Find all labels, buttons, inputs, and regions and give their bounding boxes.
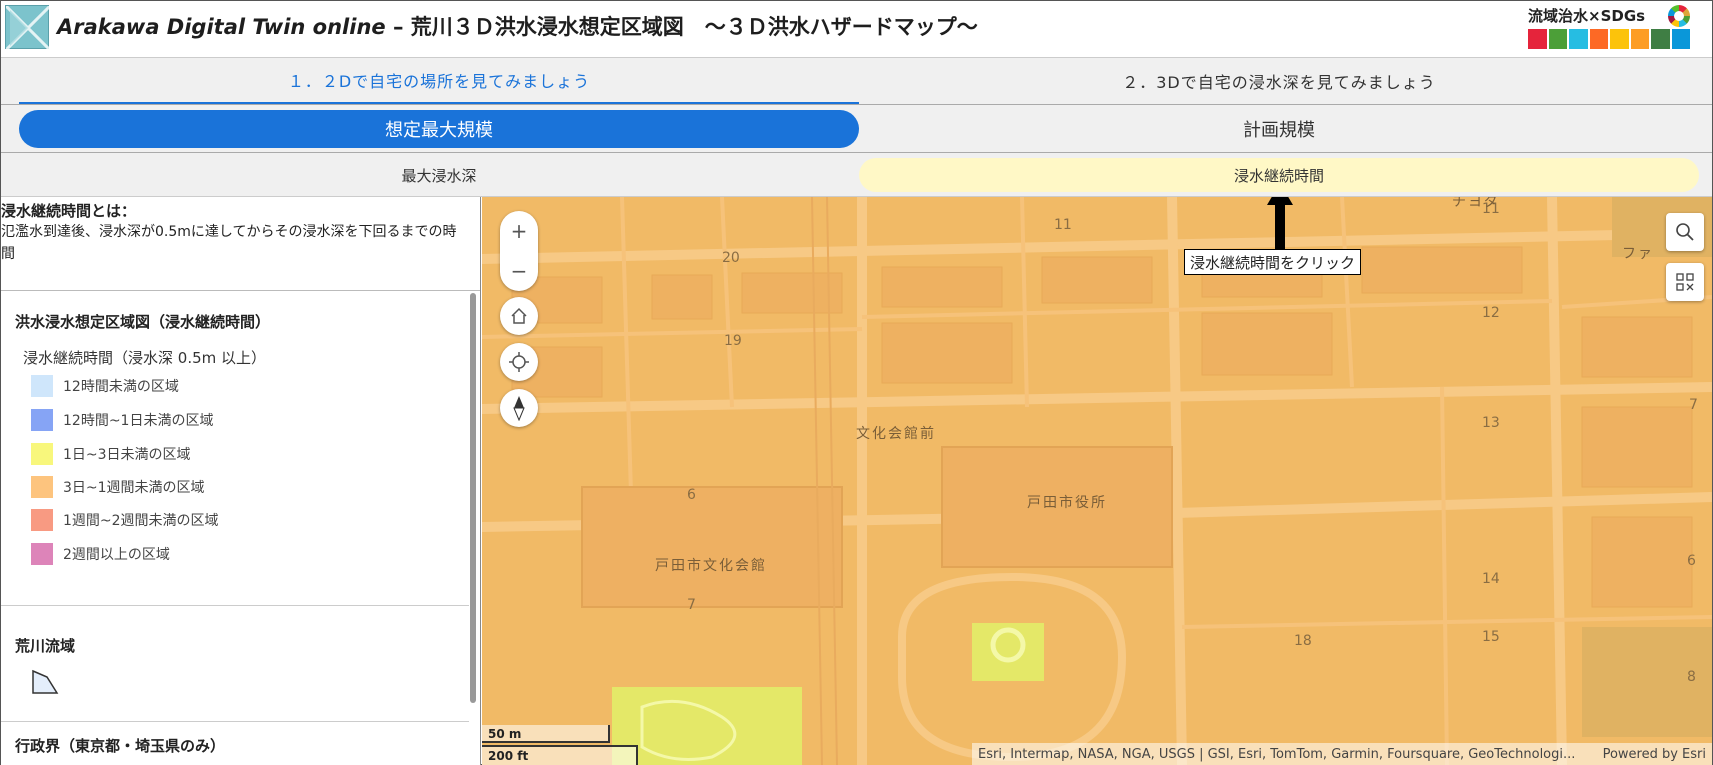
- legend-item-label: 3日~1週間未満の区域: [63, 480, 205, 496]
- legend-swatch: [31, 476, 53, 498]
- tab-3d-flood-depth[interactable]: ２．3Dで自宅の浸水深を見てみましょう: [859, 58, 1699, 104]
- map-label-bunka-kaikan-mae: 文化会館前: [856, 426, 936, 442]
- map-block-number: 13: [1482, 415, 1500, 431]
- legend-item-label: 2週間以上の区域: [63, 547, 170, 563]
- map-search-button[interactable]: [1666, 213, 1704, 251]
- scenario-planned-button[interactable]: 計画規模: [859, 110, 1699, 148]
- sdg-goal-tile: [1651, 29, 1670, 49]
- legend-item-label: 1週間~2週間未満の区域: [63, 513, 219, 529]
- basin-polygon-icon: [32, 669, 59, 694]
- legend-item: 12時間未満の区域: [31, 375, 179, 397]
- metric-duration-button[interactable]: 浸水継続時間: [859, 158, 1699, 192]
- legend-flood-subtitle: 浸水継続時間（浸水深 0.5m 以上）: [23, 349, 267, 367]
- sdg-goal-tile: [1671, 29, 1690, 49]
- map-label-city-hall: 戸田市役所: [1027, 495, 1107, 511]
- attribution-text: Esri, Intermap, NASA, NGA, USGS | GSI, E…: [978, 746, 1576, 762]
- map-block-number: 20: [722, 250, 740, 266]
- metric-selector: 最大浸水深 浸水継続時間: [1, 153, 1712, 197]
- legend-swatch: [31, 543, 53, 565]
- legend-panel: 洪水浸水想定区域図（浸水継続時間） 浸水継続時間（浸水深 0.5m 以上） 12…: [1, 291, 469, 765]
- tab-2d-home-location[interactable]: １．２Dで自宅の場所を見てみましょう: [19, 58, 859, 104]
- map-label-fa: ファ: [1622, 246, 1654, 262]
- sdg-goal-tile: [1528, 29, 1547, 49]
- sdgs-goal-tiles: [1522, 29, 1690, 49]
- legend-flood-title: 洪水浸水想定区域図（浸水継続時間）: [15, 313, 271, 331]
- legend-swatch: [31, 509, 53, 531]
- locate-icon: [509, 352, 529, 372]
- legend-divider: [1, 605, 469, 606]
- search-icon: [1676, 223, 1694, 241]
- instruction-callout: 浸水継続時間をクリック: [1184, 249, 1362, 275]
- sidebar: 浸水継続時間とは： 氾濫水到達後、浸水深が0.5mに達してからその浸水深を下回る…: [1, 197, 481, 765]
- legend-item: 2週間以上の区域: [31, 543, 170, 565]
- scale-bar: 50 m 200 ft: [482, 725, 642, 765]
- home-button[interactable]: [500, 297, 538, 335]
- map-block-number: 6: [687, 487, 696, 503]
- map-block-number: 15: [1482, 629, 1500, 645]
- compass-icon: [513, 396, 525, 421]
- map-block-number: 12: [1482, 305, 1500, 321]
- sdg-goal-tile: [1548, 29, 1567, 49]
- home-icon: [511, 307, 527, 324]
- qr-code-button[interactable]: [1666, 263, 1704, 301]
- zoom-in-button[interactable]: +: [500, 211, 538, 251]
- page-title: Arakawa Digital Twin online – 荒川３Ｄ洪水浸水想定…: [57, 11, 978, 41]
- definition-title: 浸水継続時間とは：: [1, 202, 137, 220]
- title-ja: – 荒川３Ｄ洪水浸水想定区域図 ～３Ｄ洪水ハザードマップ～: [385, 15, 978, 39]
- legend-item-label: 12時間未満の区域: [63, 379, 179, 395]
- legend-item: 1週間~2週間未満の区域: [31, 509, 219, 531]
- legend-divider: [1, 721, 469, 722]
- scale-imperial: 200 ft: [482, 745, 638, 765]
- map-label-bunka-kaikan: 戸田市文化会館: [655, 558, 767, 574]
- map-attribution: Esri, Intermap, NASA, NGA, USGS | GSI, E…: [972, 743, 1712, 765]
- app-window: Arakawa Digital Twin online – 荒川３Ｄ洪水浸水想定…: [0, 0, 1713, 765]
- legend-swatch: [31, 409, 53, 431]
- legend-admin-title: 行政界（東京都・埼玉県のみ）: [15, 737, 226, 755]
- pointer-arrow-icon: [1267, 197, 1293, 255]
- scenario-selector: 想定最大規模 計画規模: [1, 105, 1712, 153]
- legend-item: 1日~3日未満の区域: [31, 443, 191, 465]
- legend-scrollbar[interactable]: [470, 293, 476, 703]
- map-block-number: 8: [1687, 669, 1696, 685]
- map-view[interactable]: 20 11 19 6 7 11 12 13 14 18 15 7 6 8 文化会…: [482, 197, 1712, 765]
- map-block-number: 7: [687, 597, 696, 613]
- header: Arakawa Digital Twin online – 荒川３Ｄ洪水浸水想定…: [1, 1, 1712, 57]
- sdg-goal-tile: [1630, 29, 1649, 49]
- sdg-goal-tile: [1569, 29, 1588, 49]
- map-block-number: 11: [1054, 217, 1072, 233]
- app-logo-icon: [4, 4, 52, 52]
- map-block-number: 6: [1687, 553, 1696, 569]
- locate-button[interactable]: [500, 343, 538, 381]
- zoom-controls: + −: [500, 211, 538, 291]
- map-block-number: 7: [1689, 397, 1698, 413]
- scenario-max-button[interactable]: 想定最大規模: [19, 110, 859, 148]
- sdg-goal-tile: [1610, 29, 1629, 49]
- compass-button[interactable]: [500, 389, 538, 427]
- legend-swatch: [31, 443, 53, 465]
- legend-item-label: 1日~3日未満の区域: [63, 447, 191, 463]
- qr-code-icon: [1676, 273, 1694, 291]
- step-tabs: １．２Dで自宅の場所を見てみましょう ２．3Dで自宅の浸水深を見てみましょう: [1, 57, 1712, 105]
- basemap: [482, 197, 1712, 765]
- legend-swatch: [31, 375, 53, 397]
- metric-max-depth-button[interactable]: 最大浸水深: [19, 158, 859, 192]
- legend-item: 12時間~1日未満の区域: [31, 409, 213, 431]
- sdg-goal-tile: [1589, 29, 1608, 49]
- title-en: Arakawa Digital Twin online: [57, 15, 386, 39]
- legend-basin-title: 荒川流域: [15, 637, 76, 655]
- sdgs-wheel-icon: [1668, 5, 1690, 27]
- legend-item-label: 12時間~1日未満の区域: [63, 413, 214, 429]
- scale-metric: 50 m: [482, 725, 610, 743]
- definition-body: 氾濫水到達後、浸水深が0.5mに達してからその浸水深を下回るまでの時間: [1, 224, 457, 262]
- map-block-number: 18: [1294, 633, 1312, 649]
- zoom-out-button[interactable]: −: [500, 251, 538, 291]
- sdgs-badge: 流域治水×SDGs: [1522, 5, 1690, 51]
- map-block-number: 19: [724, 333, 742, 349]
- definition-panel: 浸水継続時間とは： 氾濫水到達後、浸水深が0.5mに達してからその浸水深を下回る…: [1, 197, 480, 291]
- powered-by-link[interactable]: Powered by Esri: [1583, 747, 1712, 762]
- sdgs-label: 流域治水×SDGs: [1528, 7, 1646, 25]
- legend-item: 3日~1週間未満の区域: [31, 476, 205, 498]
- map-label-chiyoda: チヨダ: [1452, 197, 1500, 210]
- map-block-number: 14: [1482, 571, 1500, 587]
